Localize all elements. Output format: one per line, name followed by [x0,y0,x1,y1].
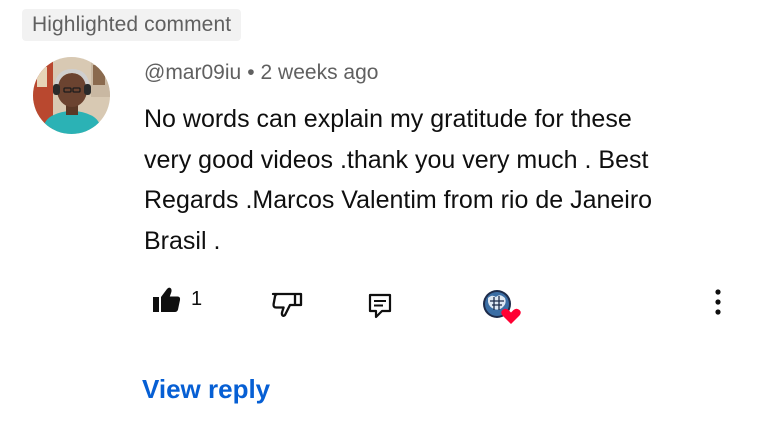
more-actions-button[interactable] [712,289,724,315]
avatar[interactable] [33,57,110,134]
comment-content: @mar09iu • 2 weeks ago No words can expl… [144,58,744,261]
like-count: 1 [191,288,203,310]
comment-author[interactable]: @mar09iu [144,61,241,85]
comment-card: Highlighted comment @mar09iu • 2 weeks a… [0,0,768,430]
view-reply-link[interactable]: View reply [142,374,270,405]
meta-separator: • [247,61,255,84]
dislike-button[interactable] [271,291,303,318]
highlighted-comment-badge: Highlighted comment [22,9,242,41]
comment-reply-icon [368,293,392,319]
comment-text: No words can explain my gratitude for th… [144,105,653,255]
reply-button[interactable] [368,293,392,319]
thumbs-down-outline-icon [271,292,303,317]
thumbs-up-filled-icon [153,287,181,312]
comment-actions: 1 [0,280,768,324]
creator-heart[interactable] [480,288,524,324]
more-vertical-icon [715,289,721,315]
avatar-image [33,57,110,134]
comment-time[interactable]: 2 weeks ago [261,61,379,85]
like-button[interactable]: 1 [152,286,202,313]
creator-heart-icon [483,290,521,324]
comment-meta: @mar09iu • 2 weeks ago [144,58,744,88]
highlighted-comment-label: Highlighted comment [32,13,232,36]
